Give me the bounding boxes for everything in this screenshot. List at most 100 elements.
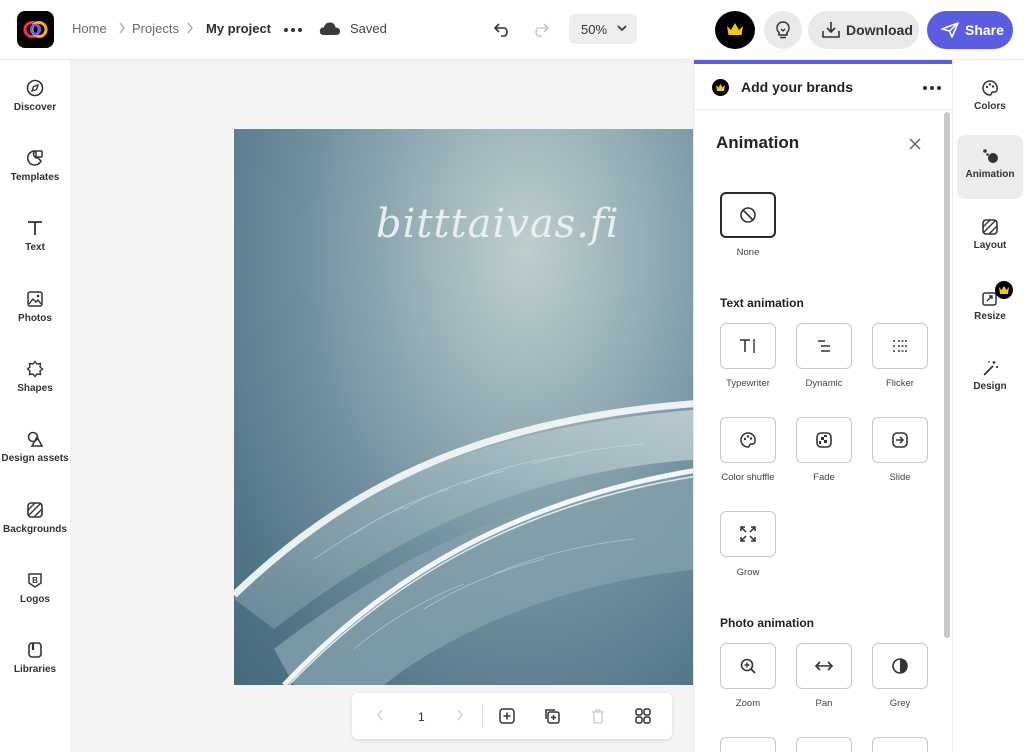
canvas-area: bitttaivas.fi 1 (72, 61, 693, 752)
rail-item-resize[interactable]: Resize (957, 281, 1023, 345)
undo-icon[interactable] (493, 20, 513, 38)
breadcrumb-current-project[interactable]: My project (206, 21, 271, 36)
crown-icon (716, 84, 725, 91)
crown-icon (999, 286, 1009, 294)
sidebar-item-backgrounds[interactable]: Backgrounds (0, 501, 70, 561)
templates-icon (26, 150, 43, 166)
svg-text:B: B (32, 576, 38, 585)
top-bar: Home Projects My project Saved 50% Downl… (0, 0, 1024, 60)
add-page-icon[interactable] (498, 707, 516, 725)
design-artboard[interactable]: bitttaivas.fi (234, 129, 693, 685)
rail-item-animation[interactable]: Animation (957, 135, 1023, 199)
panel-scrollbar-thumb[interactable] (944, 112, 950, 638)
none-icon (740, 207, 756, 223)
chevron-right-icon (119, 22, 125, 34)
delete-page-icon[interactable] (589, 707, 607, 725)
brand-wordmark[interactable]: bitttaivas.fi (376, 201, 620, 247)
sidebar-item-shapes[interactable]: Shapes (0, 360, 70, 420)
rail-item-colors[interactable]: Colors (957, 71, 1023, 135)
zoom-icon (740, 658, 756, 674)
premium-button[interactable] (715, 11, 755, 49)
brands-more-button[interactable] (923, 86, 941, 90)
cloud-saved-icon (319, 22, 340, 35)
chevron-left-icon[interactable] (376, 709, 384, 721)
dynamic-icon (818, 340, 830, 352)
breadcrumb-projects[interactable]: Projects (132, 21, 179, 36)
rail-item-layout[interactable]: Layout (957, 210, 1023, 274)
rail-item-design[interactable]: Design (957, 351, 1023, 415)
add-brands-bar[interactable]: Add your brands (694, 64, 952, 110)
animation-flicker-button[interactable] (872, 323, 928, 369)
divider (482, 705, 483, 727)
animation-none-label: None (736, 247, 760, 258)
creative-cloud-logo-icon (23, 21, 48, 38)
grid-view-icon[interactable] (634, 707, 652, 725)
add-brands-label: Add your brands (741, 79, 854, 95)
animation-zoom-label: Zoom (735, 698, 761, 709)
text-animation-heading: Text animation (720, 296, 804, 310)
duplicate-page-icon[interactable] (543, 707, 561, 725)
sidebar-item-photos[interactable]: Photos (0, 290, 70, 350)
share-button[interactable]: Share (927, 11, 1013, 49)
sidebar-item-text[interactable]: Text (0, 219, 70, 279)
animation-dynamic-label: Dynamic (805, 378, 843, 389)
send-icon (941, 22, 959, 38)
crown-icon (727, 23, 743, 35)
animation-slide-button[interactable] (872, 417, 928, 463)
chevron-right-icon[interactable] (456, 709, 464, 721)
sidebar-item-libraries[interactable]: Libraries (0, 641, 70, 701)
breadcrumb-home[interactable]: Home (72, 21, 107, 36)
animation-zoom-button[interactable] (720, 643, 776, 689)
palette-icon (982, 80, 998, 96)
animation-pan-button[interactable] (796, 643, 852, 689)
animation-option-button[interactable] (796, 737, 852, 752)
animation-none-button[interactable] (720, 192, 776, 238)
contrast-icon (892, 658, 908, 674)
lightbulb-icon (776, 21, 790, 39)
close-icon[interactable] (908, 137, 922, 151)
rail-item-label: Resize (974, 311, 1006, 322)
premium-badge (712, 79, 729, 96)
page-controls: 1 (352, 693, 672, 739)
download-button[interactable]: Download (808, 11, 919, 49)
palette-icon (740, 432, 756, 448)
animation-grow-button[interactable] (720, 511, 776, 557)
animation-slide-label: Slide (889, 472, 911, 483)
right-rail: Colors Animation Layout Resize Design (952, 60, 1024, 752)
animation-grey-button[interactable] (872, 643, 928, 689)
animation-color-shuffle-label: Color shuffle (721, 472, 775, 483)
app-logo[interactable] (17, 11, 54, 48)
more-options-button[interactable] (284, 28, 302, 32)
ideas-button[interactable] (764, 11, 802, 49)
compass-icon (26, 79, 44, 97)
animation-fade-button[interactable] (796, 417, 852, 463)
zoom-value: 50% (581, 22, 608, 37)
animation-grey-label: Grey (889, 698, 911, 709)
sidebar-item-design-assets[interactable]: Design assets (0, 430, 70, 490)
sidebar-item-label: Shapes (17, 383, 53, 394)
sidebar-item-logos[interactable]: B Logos (0, 571, 70, 631)
sidebar-item-label: Logos (20, 594, 50, 605)
chevron-right-icon (187, 22, 193, 34)
animation-typewriter-button[interactable] (720, 323, 776, 369)
animation-pan-label: Pan (815, 698, 833, 709)
save-status: Saved (350, 21, 387, 36)
premium-badge (995, 281, 1013, 299)
logo-icon: B (28, 573, 42, 588)
sidebar-item-label: Templates (10, 172, 60, 183)
animation-dynamic-button[interactable] (796, 323, 852, 369)
redo-icon[interactable] (530, 20, 550, 38)
text-icon (28, 221, 42, 235)
sidebar-item-label: Photos (18, 313, 52, 324)
panel-title: Animation (716, 133, 800, 152)
animation-option-button[interactable] (720, 737, 776, 752)
animation-option-button[interactable] (872, 737, 928, 752)
animation-panel: Add your brands Animation None Text anim… (693, 60, 952, 752)
pan-icon (814, 661, 834, 671)
animation-color-shuffle-button[interactable] (720, 417, 776, 463)
zoom-select[interactable]: 50% (569, 14, 637, 44)
page-number: 1 (418, 710, 425, 724)
sidebar-item-discover[interactable]: Discover (0, 79, 70, 139)
sidebar-item-templates[interactable]: Templates (0, 149, 70, 209)
animation-flicker-label: Flicker (886, 378, 914, 389)
